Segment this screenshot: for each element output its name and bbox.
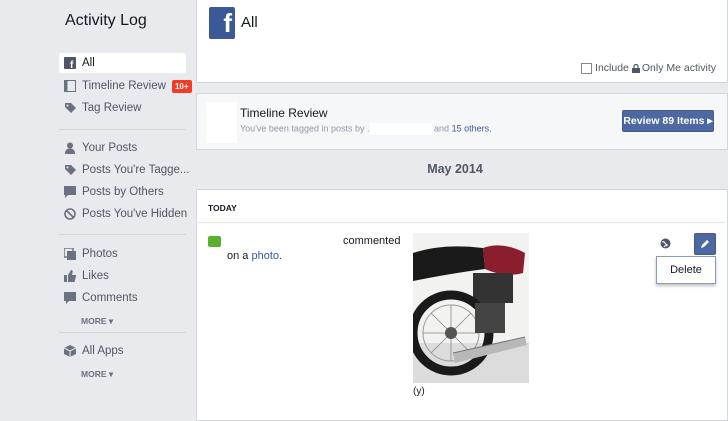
activity-object: on a photo. bbox=[227, 250, 283, 262]
main-content: f All Include Only Me activity Timeline … bbox=[196, 0, 728, 421]
photo-link[interactable]: photo. bbox=[251, 250, 282, 262]
month-heading: May 2014 bbox=[427, 162, 483, 176]
avatar bbox=[206, 102, 237, 143]
person-icon bbox=[64, 142, 76, 154]
sidebar-item-likes[interactable]: Likes bbox=[59, 266, 186, 286]
facebook-icon: f bbox=[64, 57, 76, 69]
sidebar: Activity Log f All Timeline Review 10+ T… bbox=[0, 0, 196, 414]
timeline-icon bbox=[64, 80, 76, 92]
sidebar-item-label: Photos bbox=[82, 248, 118, 260]
divider bbox=[198, 222, 726, 223]
sidebar-item-all[interactable]: f All bbox=[59, 53, 186, 73]
sidebar-divider bbox=[59, 129, 186, 130]
sidebar-item-posts-by-others[interactable]: Posts by Others bbox=[59, 182, 186, 202]
more-link[interactable]: MORE ▾ bbox=[81, 369, 113, 380]
sidebar-item-photos[interactable]: Photos bbox=[59, 244, 186, 264]
page-title: All bbox=[241, 14, 258, 31]
sidebar-divider bbox=[59, 332, 186, 333]
review-items-button[interactable]: Review 89 Items ▸ bbox=[622, 110, 714, 132]
sidebar-title: Activity Log bbox=[65, 12, 147, 29]
facebook-logo-icon: f bbox=[209, 7, 235, 39]
include-only-me-filter[interactable]: Include Only Me activity bbox=[581, 62, 716, 74]
sidebar-item-timeline-review[interactable]: Timeline Review 10+ bbox=[59, 76, 192, 96]
sidebar-item-label: Posts You've Hidden bbox=[82, 208, 188, 220]
sidebar-item-label: Timeline Review bbox=[82, 80, 166, 92]
sidebar-item-label: Comments bbox=[82, 292, 138, 304]
sidebar-divider bbox=[59, 234, 186, 235]
sidebar-item-label: Posts by Others bbox=[82, 186, 164, 198]
motorcycle-photo[interactable] bbox=[413, 233, 529, 383]
sidebar-item-label: Likes bbox=[82, 270, 109, 282]
activity-verb: commented bbox=[343, 235, 401, 247]
edit-pencil-button[interactable] bbox=[694, 233, 716, 255]
delete-menu-item[interactable]: Delete bbox=[670, 264, 702, 276]
sidebar-item-posts-hidden[interactable]: Posts You've Hidden bbox=[59, 204, 188, 224]
sidebar-item-tag-review[interactable]: Tag Review bbox=[59, 98, 186, 118]
comment-activity-icon bbox=[208, 236, 221, 247]
sidebar-item-label: All bbox=[82, 57, 95, 69]
more-link[interactable]: MORE ▾ bbox=[81, 316, 113, 327]
timeline-review-title: Timeline Review bbox=[240, 106, 328, 120]
day-heading: TODAY bbox=[208, 203, 237, 213]
tag-icon bbox=[64, 164, 76, 176]
include-checkbox[interactable] bbox=[581, 62, 593, 74]
sidebar-item-posts-tagged[interactable]: Posts You're Tagge... bbox=[59, 160, 190, 180]
sidebar-item-label: All Apps bbox=[82, 345, 124, 357]
timeline-review-subtitle: You've been tagged in posts by . and 15 … bbox=[240, 123, 492, 135]
edit-menu: Delete bbox=[656, 256, 716, 284]
sidebar-item-all-apps[interactable]: All Apps bbox=[59, 341, 186, 361]
photo-caption: (y) bbox=[413, 386, 425, 397]
photos-icon bbox=[64, 248, 76, 260]
speech-icon bbox=[64, 186, 76, 198]
sidebar-item-comments[interactable]: Comments bbox=[59, 288, 186, 308]
hidden-icon bbox=[64, 208, 76, 220]
others-link[interactable]: 15 others. bbox=[452, 123, 492, 133]
sidebar-item-label: Your Posts bbox=[82, 142, 138, 154]
sidebar-item-your-posts[interactable]: Your Posts bbox=[59, 138, 186, 158]
like-icon bbox=[64, 270, 76, 282]
apps-icon bbox=[64, 345, 76, 357]
lock-icon bbox=[631, 63, 640, 73]
tag-icon bbox=[64, 102, 76, 114]
globe-icon[interactable] bbox=[660, 238, 671, 252]
sidebar-item-label: Tag Review bbox=[82, 102, 142, 114]
pencil-icon bbox=[701, 240, 709, 248]
comment-icon bbox=[64, 292, 76, 304]
sidebar-item-label: Posts You're Tagge... bbox=[82, 164, 190, 176]
header-card: f All bbox=[196, 0, 728, 56]
notification-badge: 10+ bbox=[171, 79, 192, 93]
